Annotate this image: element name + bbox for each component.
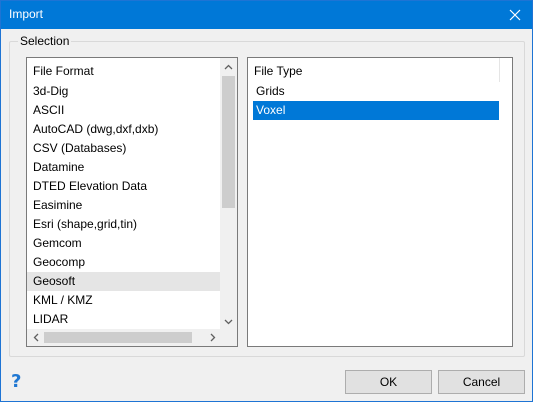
- file-format-vertical-scrollbar[interactable]: [220, 58, 237, 330]
- list-item[interactable]: Voxel: [253, 101, 499, 120]
- file-type-list[interactable]: File Type Grids Voxel: [247, 57, 513, 347]
- close-button[interactable]: [498, 1, 532, 29]
- title-bar[interactable]: Import: [1, 1, 532, 29]
- scroll-up-button[interactable]: [220, 58, 237, 75]
- close-icon: [509, 9, 521, 21]
- help-icon[interactable]: ?: [11, 371, 21, 392]
- cancel-button[interactable]: Cancel: [438, 370, 525, 394]
- list-item[interactable]: Datamine: [27, 158, 221, 177]
- chevron-down-icon: [224, 319, 233, 324]
- list-item[interactable]: KML / KMZ: [27, 291, 221, 310]
- list-item[interactable]: Grids: [253, 82, 499, 101]
- list-item[interactable]: ASCII: [27, 101, 221, 120]
- chevron-up-icon: [224, 64, 233, 69]
- window-title: Import: [9, 7, 44, 21]
- list-item[interactable]: 3d-Dig: [27, 82, 221, 101]
- list-item[interactable]: CSV (Databases): [27, 139, 221, 158]
- list-item[interactable]: Esri (shape,grid,tin): [27, 215, 221, 234]
- chevron-right-icon: [210, 333, 215, 342]
- horizontal-scroll-thumb[interactable]: [44, 332, 192, 343]
- vertical-scroll-thumb[interactable]: [222, 76, 235, 208]
- file-format-column-header[interactable]: File Format: [27, 58, 221, 82]
- list-item[interactable]: Geocomp: [27, 253, 221, 272]
- list-item[interactable]: AutoCAD (dwg,dxf,dxb): [27, 120, 221, 139]
- list-item[interactable]: DTED Elevation Data: [27, 177, 221, 196]
- scroll-left-button[interactable]: [27, 329, 44, 346]
- list-item[interactable]: LIDAR: [27, 310, 221, 329]
- chevron-left-icon: [33, 333, 38, 342]
- selection-group-label: Selection: [18, 34, 72, 48]
- list-item[interactable]: Gemcom: [27, 234, 221, 253]
- scroll-right-button[interactable]: [204, 329, 221, 346]
- file-type-column-header[interactable]: File Type: [248, 58, 500, 82]
- file-format-list[interactable]: File Format 3d-Dig ASCII AutoCAD (dwg,dxf,…: [26, 57, 238, 347]
- file-format-horizontal-scrollbar[interactable]: [27, 329, 221, 346]
- list-item[interactable]: Easimine: [27, 196, 221, 215]
- ok-button[interactable]: OK: [345, 370, 432, 394]
- scroll-down-button[interactable]: [220, 313, 237, 330]
- list-item[interactable]: Geosoft: [27, 272, 221, 291]
- import-dialog: Import Selection File Format 3d-Dig ASCII…: [0, 0, 533, 402]
- scrollbar-corner: [220, 329, 237, 346]
